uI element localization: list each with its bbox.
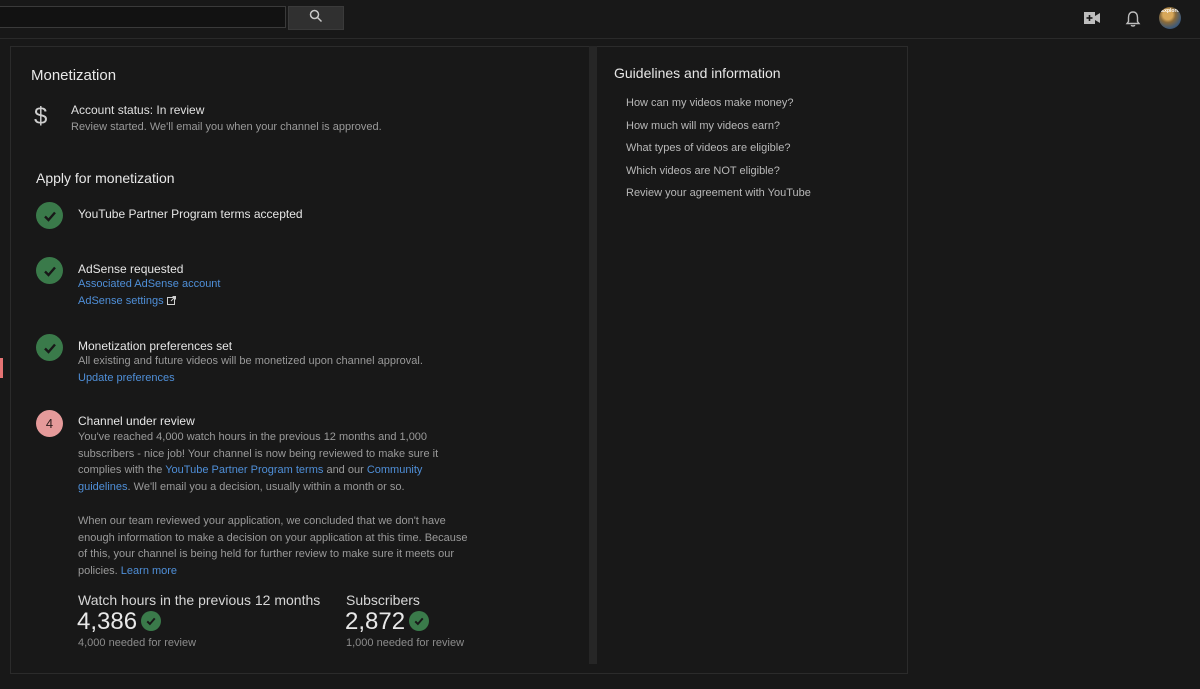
guideline-link-earnings[interactable]: How much will my videos earn? bbox=[626, 120, 780, 132]
column-divider bbox=[589, 46, 597, 664]
step2-links: Associated AdSense account AdSense setti… bbox=[78, 276, 478, 310]
partner-program-terms-link[interactable]: YouTube Partner Program terms bbox=[165, 464, 323, 476]
search-input[interactable] bbox=[0, 6, 286, 28]
step4-p1-text-b: and our bbox=[323, 464, 367, 477]
adsense-settings-link[interactable]: AdSense settings bbox=[78, 295, 164, 307]
step3-description: All existing and future videos will be m… bbox=[78, 355, 423, 367]
account-status-detail: Review started. We'll email you when you… bbox=[71, 121, 382, 133]
step2-title: AdSense requested bbox=[78, 262, 184, 276]
step3-text: All existing and future videos will be m… bbox=[78, 353, 508, 386]
watch-hours-label: Watch hours in the previous 12 months bbox=[78, 592, 321, 608]
step3-check-icon bbox=[36, 334, 63, 361]
step3-title: Monetization preferences set bbox=[78, 339, 233, 353]
guideline-link-make-money[interactable]: How can my videos make money? bbox=[626, 97, 794, 109]
apply-section-title: Apply for monetization bbox=[36, 170, 175, 186]
step4-title: Channel under review bbox=[78, 414, 195, 428]
account-status: Account status: In review bbox=[71, 103, 205, 117]
sidebar-active-indicator bbox=[0, 358, 3, 378]
search-button[interactable] bbox=[288, 6, 344, 30]
guideline-link-agreement[interactable]: Review your agreement with YouTube bbox=[626, 187, 811, 199]
step4-paragraph2: When our team reviewed your application,… bbox=[78, 513, 473, 580]
update-preferences-link[interactable]: Update preferences bbox=[78, 372, 175, 384]
guideline-link-not-eligible[interactable]: Which videos are NOT eligible? bbox=[626, 165, 780, 177]
subscribers-check-icon bbox=[409, 611, 429, 631]
search-icon bbox=[309, 9, 323, 28]
external-link-icon bbox=[166, 294, 176, 311]
video-camera-plus-icon[interactable] bbox=[1083, 9, 1101, 27]
subscribers-value: 2,872 bbox=[345, 608, 406, 635]
subscribers-requirement: 1,000 needed for review bbox=[346, 637, 465, 649]
watch-hours-requirement: 4,000 needed for review bbox=[78, 637, 197, 649]
top-bar: Explore bbox=[0, 0, 1200, 39]
page-title: Monetization bbox=[31, 67, 117, 84]
bell-icon[interactable] bbox=[1124, 9, 1142, 29]
step4-number-badge: 4 bbox=[36, 410, 63, 437]
avatar-text: Explore bbox=[1160, 8, 1180, 14]
watch-hours-value: 4,386 bbox=[77, 608, 138, 635]
guideline-link-eligible[interactable]: What types of videos are eligible? bbox=[626, 142, 790, 154]
avatar[interactable]: Explore bbox=[1159, 7, 1181, 29]
guidelines-title: Guidelines and information bbox=[614, 65, 781, 81]
associated-adsense-link[interactable]: Associated AdSense account bbox=[78, 278, 220, 290]
watch-hours-check-icon bbox=[141, 611, 161, 631]
step4-paragraph1: You've reached 4,000 watch hours in the … bbox=[78, 429, 478, 496]
learn-more-link[interactable]: Learn more bbox=[121, 565, 177, 577]
step1-title: YouTube Partner Program terms accepted bbox=[78, 207, 303, 221]
step2-check-icon bbox=[36, 257, 63, 284]
subscribers-label: Subscribers bbox=[346, 592, 420, 608]
dollar-icon: $ bbox=[34, 103, 48, 130]
step1-check-icon bbox=[36, 202, 63, 229]
step4-p1-text-c: . We'll email you a decision, usually wi… bbox=[127, 481, 405, 494]
